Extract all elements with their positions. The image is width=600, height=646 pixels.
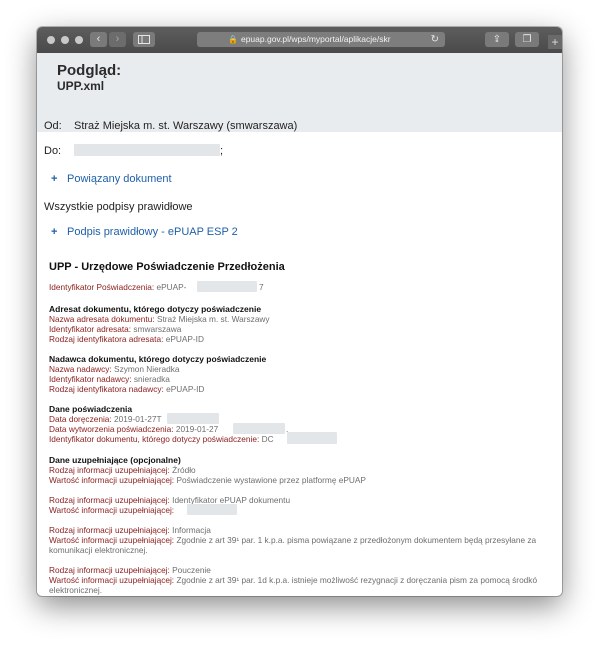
url-text: epuap.gov.pl/wps/myportal/aplikacje/skr: [240, 34, 391, 44]
browser-window: ‹ › 🔒 epuap.gov.pl/wps/myportal/aplikacje…: [37, 27, 562, 596]
extra-value-row: Wartość informacji uzupełniającej: Zgodn…: [49, 575, 538, 585]
new-tab-button[interactable]: +: [548, 35, 562, 49]
related-document-label: Powiązany dokument: [67, 173, 172, 185]
chevron-left-icon: ‹: [96, 33, 101, 45]
redacted-recipient: [74, 144, 220, 156]
sender-name-row: Nazwa nadawcy: Szymon Nieradka: [49, 364, 180, 374]
share-icon: ⇪: [492, 34, 502, 45]
to-trailing: ;: [220, 145, 224, 157]
plus-icon: +: [51, 173, 58, 185]
certificate-heading: Dane poświadczenia: [49, 404, 133, 414]
related-document-link[interactable]: + Powiązany dokument: [51, 173, 172, 185]
redacted-delivery-time: [167, 413, 219, 424]
addressee-type-row: Rodzaj identyfikatora adresata: ePUAP-ID: [49, 334, 204, 344]
signature-label: Podpis prawidłowy - ePUAP ESP 2: [67, 226, 238, 238]
extra-heading: Dane uzupełniające (opcjonalne): [49, 455, 181, 465]
extra-value-row: Wartość informacji uzupełniającej: Zgodn…: [49, 535, 537, 545]
back-button[interactable]: ‹: [90, 32, 107, 47]
redacted-epuap-doc-id: [187, 504, 237, 515]
minimize-window-button[interactable]: [61, 36, 69, 44]
share-button[interactable]: ⇪: [485, 32, 509, 47]
chevron-right-icon: ›: [115, 33, 120, 45]
sender-id-row: Identyfikator nadawcy: snieradka: [49, 374, 170, 384]
extra-value-row: Wartość informacji uzupełniającej: Poświ…: [49, 475, 366, 485]
tabs-button[interactable]: ❐: [515, 32, 539, 47]
redacted-upp-id: [197, 281, 257, 292]
forward-button[interactable]: ›: [109, 32, 126, 47]
preview-filename: UPP.xml: [57, 79, 105, 93]
sidebar-icon: [138, 35, 150, 44]
extra-value-continuation: elektronicznej.: [49, 585, 103, 595]
sender-type-row: Rodzaj identyfikatora nadawcy: ePUAP-ID: [49, 384, 205, 394]
lock-icon: 🔒: [228, 35, 238, 44]
signature-link[interactable]: + Podpis prawidłowy - ePUAP ESP 2: [51, 226, 238, 238]
tabs-icon: ❐: [522, 34, 532, 45]
extra-value-continuation: komunikacji elektronicznej.: [49, 545, 148, 555]
addressee-id-row: Identyfikator adresata: smwarszawa: [49, 324, 182, 334]
signatures-status: Wszystkie podpisy prawidłowe: [44, 201, 193, 213]
upp-id-row: Identyfikator Poświadczenia: ePUAP-: [49, 282, 187, 292]
extra-value-row: Wartość informacji uzupełniającej:: [49, 505, 175, 515]
reload-icon[interactable]: ↻: [431, 32, 439, 47]
zoom-window-button[interactable]: [75, 36, 83, 44]
created-date-row: Data wytworzenia poświadczenia: 2019-01-…: [49, 424, 219, 434]
browser-toolbar: ‹ › 🔒 epuap.gov.pl/wps/myportal/aplikacje…: [37, 27, 562, 54]
plus-icon: +: [51, 226, 58, 238]
delivery-date-row: Data doręczenia: 2019-01-27T: [49, 414, 162, 424]
sidebar-button[interactable]: [133, 32, 155, 47]
extra-type-row: Rodzaj informacji uzupełniającej: Źródło: [49, 465, 196, 475]
addressee-heading: Adresat dokumentu, którego dotyczy poświ…: [49, 304, 262, 314]
document-id-row: Identyfikator dokumentu, którego dotyczy…: [49, 434, 274, 444]
from-label: Od:: [44, 120, 62, 132]
to-label: Do:: [44, 145, 62, 157]
address-bar[interactable]: 🔒 epuap.gov.pl/wps/myportal/aplikacje/skr…: [197, 32, 445, 47]
plus-icon: +: [551, 35, 559, 49]
sender-heading: Nadawca dokumentu, którego dotyczy poświ…: [49, 354, 267, 364]
extra-type-row: Rodzaj informacji uzupełniającej: Identy…: [49, 495, 291, 505]
preview-title: Podgląd:: [57, 62, 122, 79]
extra-type-row: Rodzaj informacji uzupełniającej: Inform…: [49, 525, 211, 535]
addressee-name-row: Nazwa adresata dokumentu: Straż Miejska …: [49, 314, 270, 324]
close-window-button[interactable]: [47, 36, 55, 44]
upp-title: UPP - Urzędowe Poświadczenie Przedłożeni…: [49, 261, 285, 273]
extra-type-row: Rodzaj informacji uzupełniającej: Poucze…: [49, 565, 211, 575]
redacted-created-time: [233, 423, 285, 434]
redacted-document-id: [287, 432, 337, 444]
from-value: Straż Miejska m. st. Warszawy (smwarszaw…: [74, 120, 298, 132]
